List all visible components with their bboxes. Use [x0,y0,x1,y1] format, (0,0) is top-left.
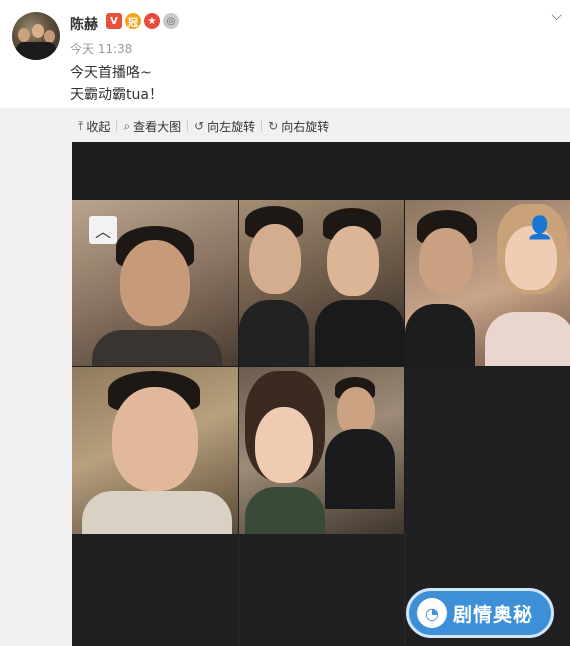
photo-cell-empty [405,367,570,534]
magnify-icon: ⌕ [123,118,131,133]
chevron-up-icon[interactable]: ︿ [89,216,117,244]
photo-grid [72,200,570,534]
rotate-right-button[interactable]: ↻ 向右旋转 [262,118,335,135]
add-user-icon[interactable]: 👤 [526,216,553,241]
photo-cell-4[interactable] [72,367,238,534]
rotate-right-label: 向右旋转 [281,119,330,134]
rotate-right-icon: ↻ [268,119,279,133]
watermark-logo-icon: ◔ [417,598,447,628]
watermark-text: 剧情奥秘 [453,603,534,626]
post-header: 陈赫 V 冠 ★ ◎ 今天 11:38 今天首播咯~ 天霸动霸tua！ ⌵ [0,0,570,108]
collapse-label: 收起 [86,119,111,134]
view-large-label: 查看大图 [133,119,182,134]
collapse-button[interactable]: ⤒ 收起 [72,118,116,135]
avatar[interactable] [12,12,60,60]
crown-badge-icon[interactable]: 冠 [125,13,141,29]
post-text-line2: 天霸动霸tua！ [70,87,163,103]
post-text-line1: 今天首播咯~ [70,65,152,81]
rotate-left-icon: ↺ [194,119,205,133]
photo-cell-2[interactable] [239,200,404,366]
rotate-left-label: 向左旋转 [207,119,256,134]
username[interactable]: 陈赫 [70,14,98,34]
image-viewer[interactable] [72,142,570,646]
verified-badge-icon[interactable]: V [106,13,122,29]
watermark: ◔ 剧情奥秘 [406,588,554,638]
rotate-left-button[interactable]: ↺ 向左旋转 [188,118,261,135]
view-large-button[interactable]: ⌕ 查看大图 [117,118,187,135]
collapse-icon: ⤒ [78,118,84,133]
badge-row: V 冠 ★ ◎ [106,13,179,29]
silver-badge-icon[interactable]: ◎ [163,13,179,29]
photo-cell-5[interactable] [239,367,404,534]
image-toolbar: ⤒ 收起 ⌕ 查看大图 ↺ 向左旋转 ↻ 向右旋转 [72,115,335,137]
chevron-down-icon[interactable]: ⌵ [551,8,562,24]
post-time[interactable]: 今天 11:38 [70,40,132,57]
medal-badge-icon[interactable]: ★ [144,13,160,29]
viewer-top-band [72,142,570,200]
